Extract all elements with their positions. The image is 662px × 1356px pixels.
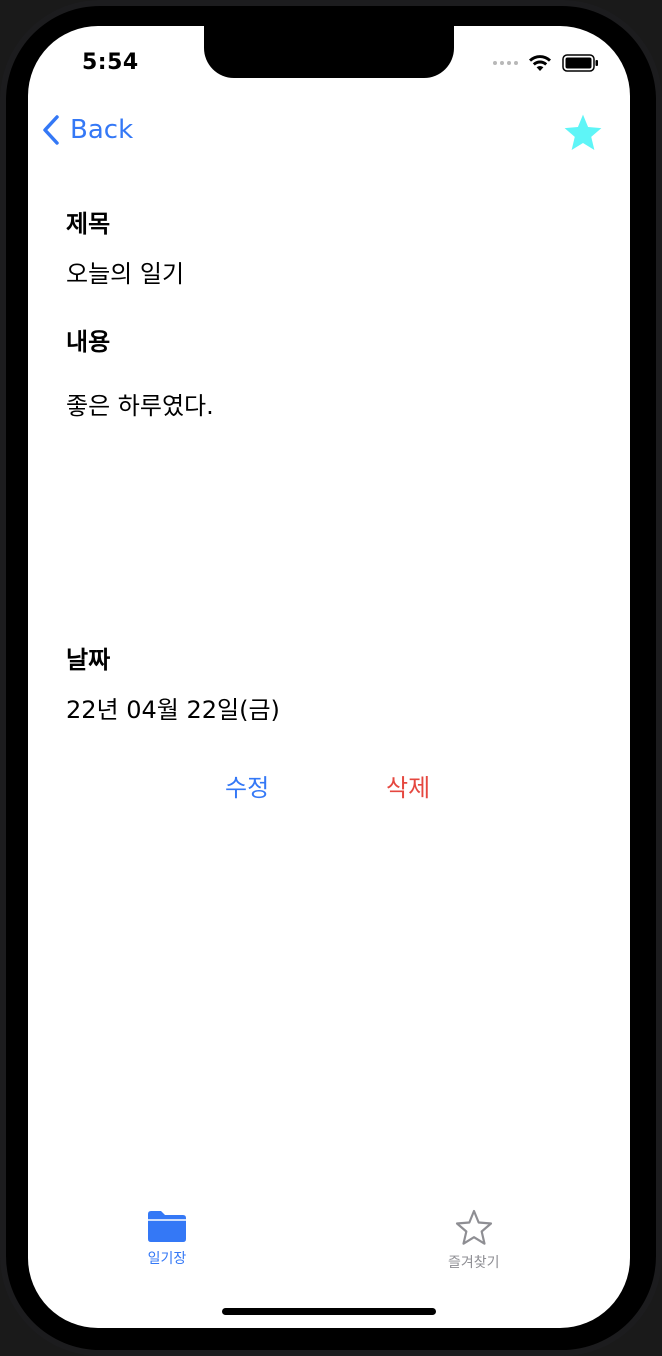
- tab-favorites-label: 즐겨찾기: [448, 1255, 500, 1271]
- chevron-left-icon: [43, 115, 59, 145]
- notch: [204, 26, 454, 78]
- folder-icon: [148, 1211, 186, 1242]
- tab-favorites[interactable]: 즐겨찾기: [448, 1208, 500, 1272]
- title-value: 오늘의 일기: [66, 260, 185, 288]
- delete-button[interactable]: 삭제: [386, 768, 430, 803]
- star-filled-icon: [564, 114, 602, 150]
- battery-icon: [562, 54, 598, 72]
- signal-icon: [493, 61, 518, 65]
- date-label: 날짜: [66, 646, 111, 674]
- edit-button[interactable]: 수정: [225, 768, 269, 803]
- star-outline-icon: [455, 1209, 492, 1245]
- home-indicator: [222, 1308, 436, 1315]
- status-time: 5:54: [82, 50, 139, 75]
- content-label: 내용: [66, 328, 111, 356]
- date-value: 22년 04월 22일(금): [66, 696, 280, 724]
- back-label: Back: [70, 115, 134, 145]
- title-label: 제목: [66, 210, 111, 238]
- wifi-icon: [529, 55, 551, 71]
- back-button[interactable]: Back: [40, 114, 133, 146]
- status-indicators: [493, 54, 600, 72]
- screen: 5:54 Back 제목 오늘의 일기 내용 좋은 하루였다. 날짜 22년 0…: [28, 26, 630, 1328]
- tab-diary[interactable]: 일기장: [146, 1208, 188, 1268]
- device-frame: 5:54 Back 제목 오늘의 일기 내용 좋은 하루였다. 날짜 22년 0…: [0, 0, 662, 1356]
- content-value: 좋은 하루였다.: [66, 392, 214, 420]
- tab-diary-label: 일기장: [147, 1251, 187, 1267]
- favorite-button[interactable]: [562, 112, 604, 158]
